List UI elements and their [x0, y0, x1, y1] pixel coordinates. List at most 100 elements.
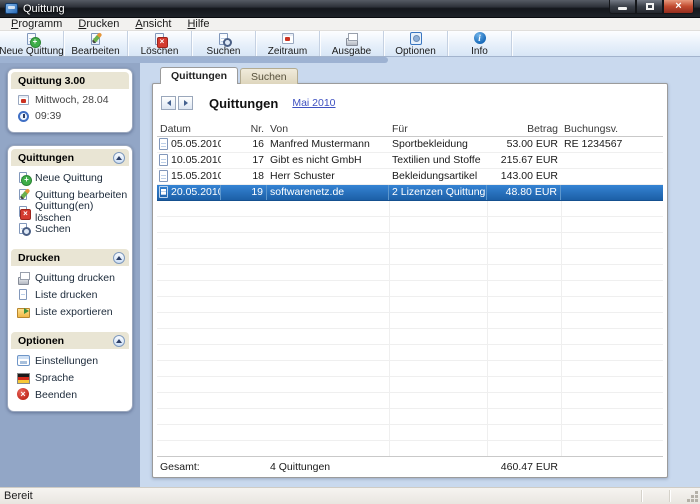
statusbar-separator [669, 490, 670, 502]
export-icon [17, 305, 30, 318]
table-row[interactable]: 10.05.201017Gibt es nicht GmbHTextilien … [157, 153, 663, 169]
edit-icon [17, 188, 30, 201]
window-controls [609, 0, 694, 14]
toolbar-options-window-button[interactable]: Optionen [384, 31, 448, 56]
toolbar-button-label: Suchen [207, 46, 241, 57]
sidebar-item-sprache[interactable]: Sprache [11, 369, 129, 386]
toolbar: Neue QuittungBearbeitenLöschen Suchen Zeit… [0, 31, 700, 57]
panel-divider [0, 57, 388, 63]
info-card-header: Quittung 3.00 [11, 72, 129, 89]
sidebar-item-quittung-drucken[interactable]: Quittung drucken [11, 269, 129, 286]
sidebar-section-drucken: Drucken Quittung drucken Liste druckenList… [11, 249, 129, 320]
info-icon [473, 32, 487, 46]
sidebar-item-liste-drucken[interactable]: Liste drucken [11, 286, 129, 303]
prev-month-button[interactable] [161, 96, 176, 110]
cell-nr: 18 [221, 169, 267, 184]
next-month-button[interactable] [178, 96, 193, 110]
statusbar-separator [641, 490, 642, 502]
sidebar-item-beenden[interactable]: Beenden [11, 386, 129, 403]
doc-icon [17, 288, 30, 301]
sidebar-item-quittung-en-l-schen[interactable]: Quittung(en) löschen [11, 203, 129, 220]
table-row[interactable]: 15.05.201018Herr SchusterBekleidungsarti… [157, 169, 663, 185]
section-header: Drucken [11, 249, 129, 266]
toolbar-search-button[interactable]: Suchen [192, 31, 256, 56]
column-header-2[interactable]: Von [267, 123, 389, 135]
period-link[interactable]: Mai 2010 [292, 97, 335, 109]
collapse-button[interactable] [113, 335, 125, 347]
info-rows: Mittwoch, 28.0409:39 [11, 92, 129, 124]
cell-datum: 20.05.2010 [157, 185, 221, 200]
footer-label: Gesamt: [157, 461, 221, 473]
options-window-icon [409, 32, 423, 46]
tab-quittungen[interactable]: Quittungen [160, 67, 238, 84]
close-icon [675, 0, 681, 13]
collapse-button[interactable] [113, 252, 125, 264]
printer-icon [345, 32, 359, 46]
cell-datum: 05.05.2010 [157, 137, 221, 152]
close-button[interactable] [663, 0, 694, 14]
column-header-3[interactable]: Für [389, 123, 487, 135]
cell-fuer: Textilien und Stoffe [389, 153, 487, 168]
section-title: Quittungen [18, 152, 113, 164]
cell-text: 15.05.2010 [171, 169, 221, 184]
chevron-up-icon [116, 256, 122, 260]
menu-item-drucken[interactable]: Drucken [70, 18, 127, 31]
info-card-title: Quittung 3.00 [18, 75, 125, 87]
app-window: Quittung ProgrammDruckenAnsichtHilfe Neu… [0, 0, 700, 504]
cell-datum: 15.05.2010 [157, 169, 221, 184]
footer-count: 4 Quittungen [267, 461, 389, 473]
sidebar-item-label: Quittung drucken [35, 272, 115, 284]
cell-von: softwarenetz.de [267, 185, 389, 200]
sidebar-item-neue-quittung[interactable]: Neue Quittung [11, 169, 129, 186]
menu-item-ansicht[interactable]: Ansicht [127, 18, 179, 31]
chevron-up-icon [116, 156, 122, 160]
toolbar-doc-delete-button[interactable]: Löschen [128, 31, 192, 56]
menu-item-hilfe[interactable]: Hilfe [179, 18, 217, 31]
cell-text: 20.05.2010 [171, 185, 221, 200]
column-header-5[interactable]: Buchungsv. [561, 123, 663, 135]
cell-von: Manfred Mustermann [267, 137, 389, 152]
sidebar-item-label: Suchen [35, 223, 71, 235]
cell-buchung: RE 1234567 [561, 137, 663, 152]
table-row[interactable]: 20.05.201019softwarenetz.de2 Lizenzen Qu… [157, 185, 663, 201]
toolbar-info-button[interactable]: Info [448, 31, 512, 56]
sidebar-item-label: Einstellungen [35, 355, 98, 367]
maximize-button[interactable] [636, 0, 663, 14]
tab-suchen[interactable]: Suchen [240, 68, 298, 84]
info-text: 09:39 [35, 110, 61, 122]
edit-icon [89, 32, 103, 46]
search-icon [217, 32, 231, 46]
sidebar-item-label: Neue Quittung [35, 172, 103, 184]
toolbar-printer-button[interactable]: Ausgabe [320, 31, 384, 56]
cell-buchung [561, 185, 663, 200]
resize-grip[interactable] [687, 491, 699, 503]
column-header-1[interactable]: Nr. [221, 123, 267, 135]
column-header-4[interactable]: Betrag [487, 123, 561, 135]
content-area: Quittung 3.00 Mittwoch, 28.0409:39 Quitt… [0, 57, 700, 487]
menu-item-programm[interactable]: Programm [3, 18, 70, 31]
toolbar-doc-new-button[interactable]: Neue Quittung [0, 31, 64, 56]
doc-icon [159, 170, 169, 183]
toolbar-calendar-button[interactable]: Zeitraum [256, 31, 320, 56]
doc-icon [159, 138, 169, 151]
sidebar-info-card: Quittung 3.00 Mittwoch, 28.0409:39 [7, 68, 133, 133]
toolbar-edit-button[interactable]: Bearbeiten [64, 31, 128, 56]
doc-delete-icon [153, 32, 167, 46]
table-row[interactable]: 05.05.201016Manfred MustermannSportbekle… [157, 137, 663, 153]
sidebar-item-einstellungen[interactable]: Einstellungen [11, 352, 129, 369]
column-header-0[interactable]: Datum [157, 123, 221, 135]
doc-icon [159, 186, 169, 199]
minimize-button[interactable] [609, 0, 636, 14]
cell-nr: 17 [221, 153, 267, 168]
info-row: 09:39 [11, 108, 129, 124]
main-panel: Quittungen Mai 2010 DatumNr.VonFürBetrag… [152, 83, 668, 478]
cell-betrag: 215.67 EUR [487, 153, 561, 168]
sidebar-item-liste-exportieren[interactable]: Liste exportieren [11, 303, 129, 320]
collapse-button[interactable] [113, 152, 125, 164]
tab-bar: QuittungenSuchen [160, 67, 298, 84]
printer-icon [17, 271, 30, 284]
title-bar[interactable]: Quittung [0, 0, 700, 18]
cell-fuer: Bekleidungsartikel [389, 169, 487, 184]
sidebar-section-optionen: OptionenEinstellungenSpracheBeenden [11, 332, 129, 403]
cell-betrag: 48.80 EUR [487, 185, 561, 200]
